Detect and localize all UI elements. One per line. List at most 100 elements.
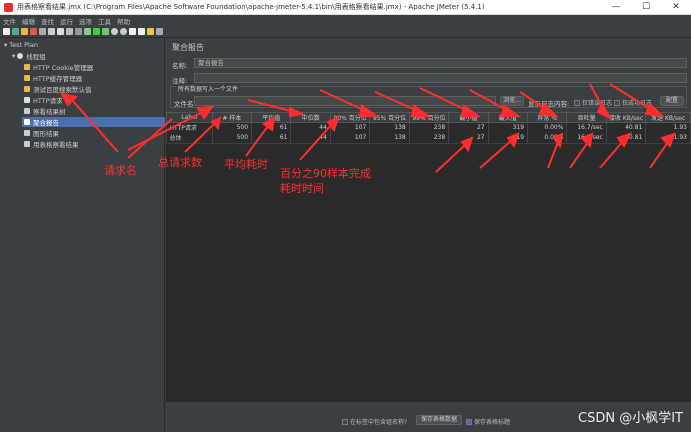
minimize-button[interactable]: — bbox=[601, 2, 631, 12]
menu-bar: 文件 编辑 查找 运行 选项 工具 帮助 bbox=[0, 15, 691, 26]
checkbox-box bbox=[614, 99, 620, 106]
tree-node-thread-group[interactable]: ▾ 线程组 bbox=[12, 51, 46, 61]
include-group-checkbox[interactable]: 在标签中包含组名称? bbox=[342, 417, 407, 426]
new-icon[interactable] bbox=[3, 28, 10, 35]
window-title: 用表格察看结果.jmx (C:\Program Files\Apache Sof… bbox=[17, 3, 485, 11]
tree-node-cache-manager[interactable]: HTTP缓存管理器 bbox=[24, 73, 82, 83]
table-cell: 总体 bbox=[166, 132, 213, 143]
reset-search-icon[interactable] bbox=[156, 28, 163, 35]
open-icon[interactable] bbox=[21, 28, 28, 35]
name-field[interactable]: 聚合报告 bbox=[194, 58, 687, 68]
table-cell: 238 bbox=[409, 132, 450, 143]
column-header[interactable]: 平均值 bbox=[251, 112, 292, 123]
clear-all-icon[interactable] bbox=[138, 28, 145, 35]
table-cell: 500 bbox=[212, 122, 253, 133]
tree-node-table-results[interactable]: 用表格察看结果 bbox=[24, 139, 79, 149]
templates-icon[interactable] bbox=[12, 28, 19, 35]
tree-node-results-tree[interactable]: 察看结果树 bbox=[24, 106, 66, 116]
chevron-down-icon: ▾ bbox=[12, 52, 16, 60]
menu-options[interactable]: 选项 bbox=[79, 16, 92, 26]
menu-tools[interactable]: 工具 bbox=[98, 16, 111, 26]
tree-node-defaults[interactable]: 测试百度搜索默认值 bbox=[24, 84, 92, 94]
tree-node-graph-results[interactable]: 图形结果 bbox=[24, 128, 59, 138]
log-content-label: 显示日志内容: bbox=[528, 100, 570, 108]
column-header[interactable]: 吞吐量 bbox=[566, 112, 607, 123]
comment-field[interactable] bbox=[194, 73, 687, 83]
tree-label: Test Plan bbox=[9, 41, 38, 49]
gear-icon bbox=[17, 53, 24, 59]
errors-only-checkbox[interactable]: 仅错误日志 bbox=[574, 98, 612, 107]
tree-node-aggregate-report[interactable]: 聚合报告 bbox=[22, 117, 165, 127]
annotation-sample-count: 总请求数 bbox=[158, 156, 202, 169]
checkbox-box bbox=[466, 418, 472, 425]
wrench-icon bbox=[24, 64, 30, 70]
copy-icon[interactable] bbox=[48, 28, 55, 35]
chart-icon bbox=[24, 141, 30, 147]
collapse-icon[interactable] bbox=[75, 28, 82, 35]
column-header[interactable]: 发送 KB/sec bbox=[645, 112, 691, 123]
table-cell: 61 bbox=[251, 122, 292, 133]
table-cell: 500 bbox=[212, 132, 253, 143]
checkbox-label: 保存表格标题 bbox=[474, 419, 511, 426]
tree-label: 图形结果 bbox=[33, 130, 59, 138]
expand-icon[interactable] bbox=[66, 28, 73, 35]
checkbox-box bbox=[342, 418, 348, 425]
paste-icon[interactable] bbox=[57, 28, 64, 35]
tree-label: HTTP Cookie管理器 bbox=[33, 64, 94, 72]
table-cell: 1.93 bbox=[645, 132, 691, 143]
column-header[interactable]: 接收 KB/sec bbox=[605, 112, 647, 123]
table-cell: 16.7/sec bbox=[566, 132, 607, 143]
menu-edit[interactable]: 编辑 bbox=[22, 16, 35, 26]
column-header[interactable]: 99% 百分位 bbox=[408, 112, 450, 123]
menu-file[interactable]: 文件 bbox=[3, 16, 16, 26]
toggle-icon[interactable] bbox=[84, 28, 91, 35]
column-header[interactable]: 95% 百分位 bbox=[369, 112, 410, 123]
start-no-pause-icon[interactable] bbox=[102, 28, 109, 35]
stop-icon[interactable] bbox=[111, 28, 118, 35]
menu-run[interactable]: 运行 bbox=[60, 16, 73, 26]
table-cell: 138 bbox=[369, 122, 410, 133]
filename-field[interactable] bbox=[194, 96, 496, 106]
table-row[interactable]: HTTP请求 500 61 44 107 138 238 27 319 0.00… bbox=[166, 122, 691, 133]
annotation-request-name: 请求名 bbox=[104, 164, 137, 177]
column-header[interactable]: 90% 百分位 bbox=[329, 112, 371, 123]
tree-node-test-plan[interactable]: ▾ Test Plan bbox=[4, 40, 38, 50]
shutdown-icon[interactable] bbox=[120, 28, 127, 35]
start-icon[interactable] bbox=[93, 28, 100, 35]
table-cell: 40.81 bbox=[606, 122, 647, 133]
tree-node-cookie-manager[interactable]: HTTP Cookie管理器 bbox=[24, 62, 93, 72]
save-icon[interactable] bbox=[30, 28, 37, 35]
column-header[interactable]: 异常 % bbox=[527, 112, 568, 123]
table-cell: 40.81 bbox=[606, 132, 647, 143]
table-cell: 107 bbox=[330, 122, 371, 133]
clear-icon[interactable] bbox=[129, 28, 136, 35]
column-header[interactable]: 最大值 bbox=[487, 112, 529, 123]
column-header[interactable]: # 样本 bbox=[211, 112, 253, 123]
table-cell: 0.00% bbox=[527, 132, 568, 143]
tree-node-http-request[interactable]: HTTP请求 bbox=[24, 95, 63, 105]
table-cell: 16.7/sec bbox=[566, 122, 607, 133]
annotation-average-time: 平均耗时 bbox=[224, 158, 268, 171]
tree-label: 线程组 bbox=[26, 53, 46, 61]
success-only-checkbox[interactable]: 仅成功日志 bbox=[614, 98, 652, 107]
annotation-p90-line2: 耗时时间 bbox=[280, 182, 324, 195]
column-header[interactable]: Label bbox=[166, 112, 213, 123]
search-icon[interactable] bbox=[147, 28, 154, 35]
wrench-icon bbox=[24, 75, 30, 81]
save-table-button[interactable]: 保存表格数据 bbox=[416, 415, 462, 425]
browse-button[interactable]: 浏览... bbox=[500, 96, 524, 106]
column-header[interactable]: 中位数 bbox=[290, 112, 331, 123]
column-header[interactable]: 最小值 bbox=[448, 112, 489, 123]
close-button[interactable]: ✕ bbox=[661, 2, 691, 12]
checkbox-label: 仅成功日志 bbox=[622, 100, 653, 107]
test-plan-tree: ▾ Test Plan ▾ 线程组 HTTP Cookie管理器 HTTP缓存管… bbox=[0, 38, 165, 432]
wrench-icon bbox=[24, 86, 30, 92]
configure-button[interactable]: 配置 bbox=[660, 96, 684, 106]
table-row[interactable]: 总体 500 61 44 107 138 238 27 319 0.00% 16… bbox=[166, 132, 691, 143]
maximize-button[interactable]: ☐ bbox=[631, 2, 661, 12]
menu-help[interactable]: 帮助 bbox=[117, 16, 130, 26]
tree-label: HTTP请求 bbox=[33, 97, 63, 105]
save-header-checkbox[interactable]: 保存表格标题 bbox=[466, 417, 510, 426]
menu-search[interactable]: 查找 bbox=[41, 16, 54, 26]
cut-icon[interactable] bbox=[39, 28, 46, 35]
